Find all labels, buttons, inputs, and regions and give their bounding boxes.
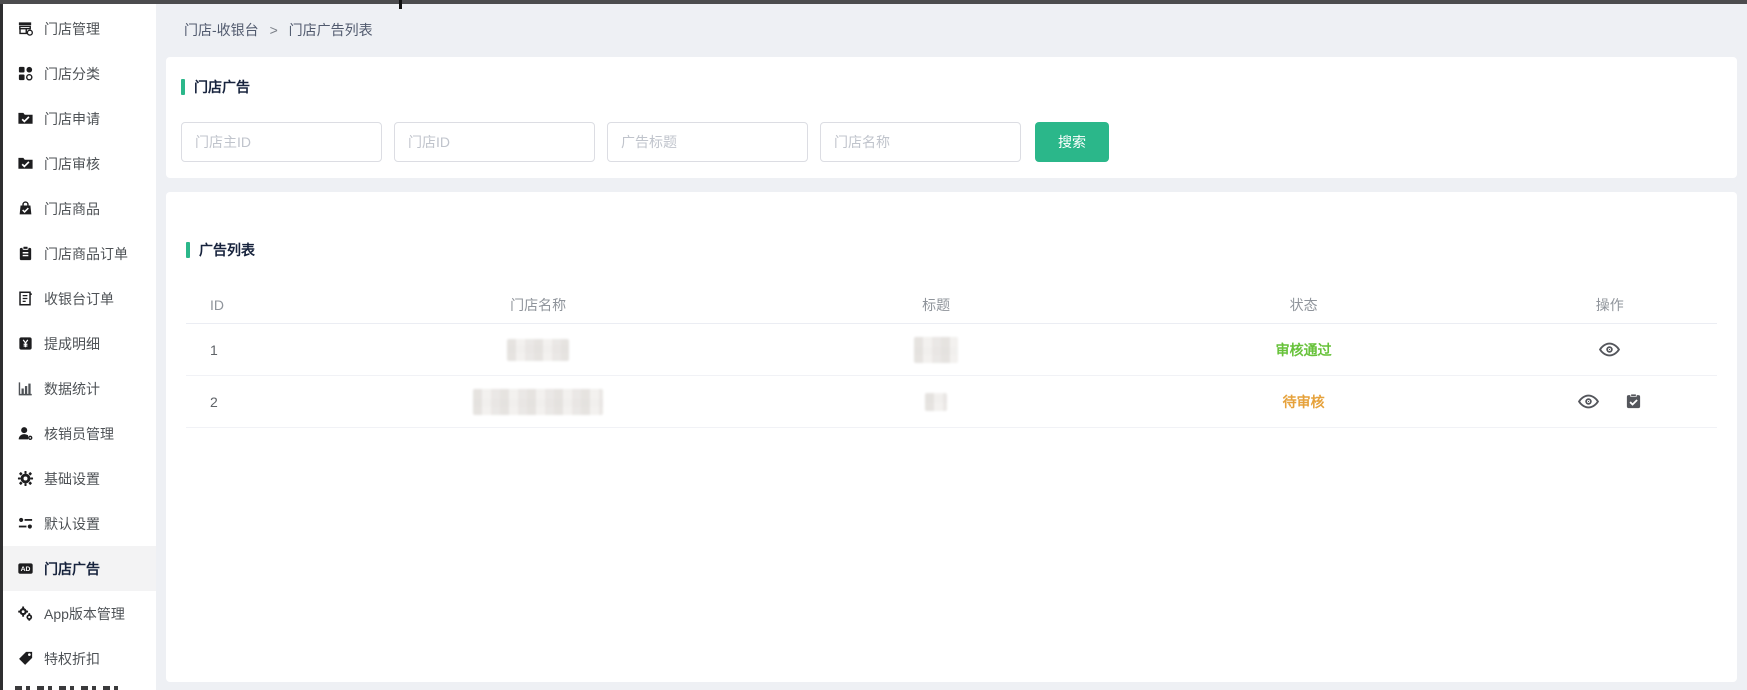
- bar-chart-icon: [17, 380, 34, 397]
- ad-list-card: 广告列表 ID门店名称标题状态操作 1 审核通过 2 待审核: [166, 192, 1737, 682]
- svg-text:AD: AD: [21, 566, 31, 573]
- list-section-title-text: 广告列表: [199, 240, 255, 260]
- ad-table: ID门店名称标题状态操作 1 审核通过 2 待审核: [186, 286, 1717, 428]
- window-top-edge: [0, 0, 1747, 4]
- ad-badge-icon: AD: [17, 560, 34, 577]
- ad-table-header: ID门店名称标题状态操作: [186, 286, 1717, 324]
- cell-store-name: [308, 339, 767, 361]
- col-title-header: 标题: [768, 295, 1105, 315]
- search-section-title-text: 门店广告: [194, 77, 250, 97]
- audit-clipboard-check-icon[interactable]: [1625, 393, 1642, 410]
- ad-title-input[interactable]: [607, 122, 808, 162]
- status-badge: 审核通过: [1276, 340, 1332, 360]
- cell-status: 审核通过: [1105, 340, 1503, 360]
- sidebar-item-label: 收银台订单: [44, 289, 114, 309]
- gear-icon: [17, 470, 34, 487]
- sidebar-item-store-category[interactable]: 门店分类: [3, 51, 156, 96]
- cell-id: 2: [186, 394, 308, 410]
- sidebar-clipped-item: [15, 686, 119, 690]
- col-id-header: ID: [186, 297, 308, 313]
- cell-ad-title: [768, 337, 1105, 363]
- bag-check-icon: [17, 200, 34, 217]
- sidebar-item-label: 门店申请: [44, 109, 100, 129]
- section-title-bar: [181, 79, 185, 95]
- redacted-store-name: [473, 389, 603, 415]
- sidebar-item-store-management[interactable]: 门店管理: [3, 6, 156, 51]
- search-filter-row: 搜索: [181, 122, 1722, 162]
- sidebar-item-privilege-discount[interactable]: 特权折扣: [3, 636, 156, 681]
- breadcrumb: 门店-收银台 > 门店广告列表: [156, 4, 1747, 57]
- window-top-tick: [399, 0, 402, 9]
- sidebar-item-app-version[interactable]: App版本管理: [3, 591, 156, 636]
- folder-check-icon: [17, 155, 34, 172]
- redacted-ad-title: [925, 393, 947, 411]
- list-section-title: 广告列表: [186, 240, 1717, 260]
- store-owner-id-input[interactable]: [181, 122, 382, 162]
- cell-ad-title: [768, 393, 1105, 411]
- sidebar-item-label: 门店商品订单: [44, 244, 128, 264]
- table-row: 1 审核通过: [186, 324, 1717, 376]
- redacted-store-name: [507, 339, 569, 361]
- cell-store-name: [308, 389, 767, 415]
- table-row: 2 待审核: [186, 376, 1717, 428]
- sidebar-item-label: 门店广告: [44, 559, 100, 579]
- storefront-icon: [17, 20, 34, 37]
- store-id-input[interactable]: [394, 122, 595, 162]
- sidebar-item-label: App版本管理: [44, 604, 125, 624]
- sidebar-item-label: 数据统计: [44, 379, 100, 399]
- sidebar-item-label: 门店审核: [44, 154, 100, 174]
- cell-actions: [1503, 393, 1717, 410]
- cell-status: 待审核: [1105, 392, 1503, 412]
- category-grid-icon: [17, 65, 34, 82]
- sidebar-item-commission-details[interactable]: 提成明细: [3, 321, 156, 366]
- cell-id: 1: [186, 342, 308, 358]
- sidebar-item-label: 特权折扣: [44, 649, 100, 669]
- tag-icon: [17, 650, 34, 667]
- sliders-icon: [17, 515, 34, 532]
- store-name-input[interactable]: [820, 122, 1021, 162]
- sidebar-item-label: 提成明细: [44, 334, 100, 354]
- sidebar-item-cashier-orders[interactable]: 收银台订单: [3, 276, 156, 321]
- ad-table-body: 1 审核通过 2 待审核: [186, 324, 1717, 428]
- view-eye-icon[interactable]: [1599, 342, 1620, 357]
- sidebar-item-store-ads[interactable]: AD 门店广告: [3, 546, 156, 591]
- col-actions-header: 操作: [1503, 295, 1717, 315]
- breadcrumb-item-current: 门店广告列表: [289, 22, 373, 38]
- clipboard-list-icon: [17, 245, 34, 262]
- cell-actions: [1503, 342, 1717, 357]
- user-gear-icon: [17, 425, 34, 442]
- sidebar: 门店管理门店分类门店申请门店审核门店商品门店商品订单收银台订单提成明细数据统计核…: [0, 4, 156, 690]
- sidebar-item-label: 基础设置: [44, 469, 100, 489]
- sidebar-item-default-settings[interactable]: 默认设置: [3, 501, 156, 546]
- view-eye-icon[interactable]: [1578, 394, 1599, 409]
- sidebar-item-label: 门店管理: [44, 19, 100, 39]
- sidebar-item-label: 门店商品: [44, 199, 100, 219]
- sidebar-item-data-statistics[interactable]: 数据统计: [3, 366, 156, 411]
- main-content: 门店-收银台 > 门店广告列表 门店广告 搜索 广告列表 ID门店名称标题状态操…: [156, 4, 1747, 690]
- folder-check-icon: [17, 110, 34, 127]
- sidebar-item-store-goods[interactable]: 门店商品: [3, 186, 156, 231]
- receipt-icon: [17, 290, 34, 307]
- sidebar-item-label: 核销员管理: [44, 424, 114, 444]
- sidebar-item-store-goods-orders[interactable]: 门店商品订单: [3, 231, 156, 276]
- col-status-header: 状态: [1105, 295, 1503, 315]
- sidebar-item-label: 默认设置: [44, 514, 100, 534]
- search-section-title: 门店广告: [181, 77, 1722, 97]
- gears-icon: [17, 605, 34, 622]
- sidebar-item-label: 门店分类: [44, 64, 100, 84]
- breadcrumb-separator: >: [270, 22, 278, 38]
- sidebar-item-store-audit[interactable]: 门店审核: [3, 141, 156, 186]
- breadcrumb-item-parent[interactable]: 门店-收银台: [184, 22, 259, 38]
- sidebar-menu: 门店管理门店分类门店申请门店审核门店商品门店商品订单收银台订单提成明细数据统计核…: [3, 6, 156, 681]
- ad-search-card: 门店广告 搜索: [166, 57, 1737, 178]
- search-button[interactable]: 搜索: [1035, 122, 1109, 162]
- sidebar-item-store-application[interactable]: 门店申请: [3, 96, 156, 141]
- col-store-name-header: 门店名称: [308, 295, 767, 315]
- sidebar-item-verifier-management[interactable]: 核销员管理: [3, 411, 156, 456]
- section-title-bar: [186, 242, 190, 258]
- yen-square-icon: [17, 335, 34, 352]
- sidebar-item-basic-settings[interactable]: 基础设置: [3, 456, 156, 501]
- redacted-ad-title: [914, 337, 958, 363]
- status-badge: 待审核: [1283, 392, 1325, 412]
